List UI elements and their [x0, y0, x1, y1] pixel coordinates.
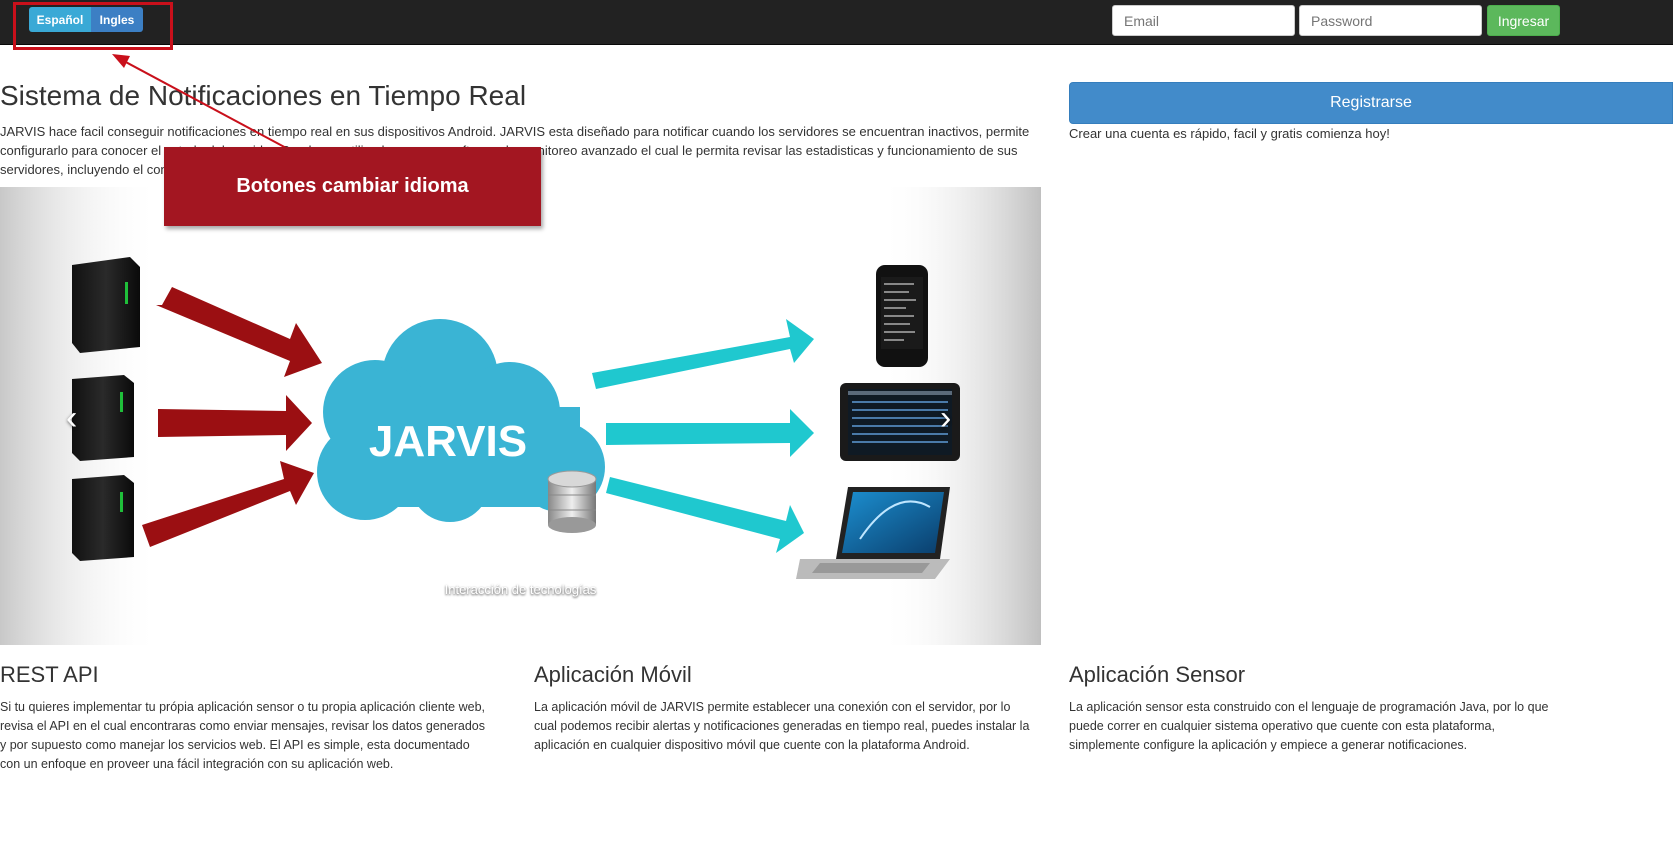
laptop-icon: [796, 487, 950, 579]
arrow-icon: [156, 287, 322, 377]
feature-sensor-app: Aplicación Sensor La aplicación sensor e…: [1069, 662, 1569, 755]
server-icon: [72, 375, 134, 461]
chevron-right-icon[interactable]: ›: [940, 399, 951, 438]
arrow-icon: [158, 395, 312, 451]
feature-description: La aplicación móvil de JARVIS permite es…: [534, 700, 1030, 752]
technology-carousel: JARVIS Interacción de tecnologías ‹ ›: [0, 187, 1041, 645]
server-icon: [72, 257, 140, 353]
arrow-icon: [142, 461, 314, 547]
feature-description: La aplicación sensor esta construido con…: [1069, 700, 1549, 752]
carousel-caption: Interacción de tecnologías: [444, 582, 597, 597]
password-input[interactable]: [1299, 5, 1482, 36]
feature-description: Si tu quieres implementar tu própia apli…: [0, 700, 485, 771]
arrow-icon: [592, 319, 814, 389]
login-button[interactable]: Ingresar: [1487, 5, 1560, 36]
feature-title: Aplicación Sensor: [1069, 662, 1246, 687]
register-note: Crear una cuenta es rápido, facil y grat…: [1069, 126, 1390, 141]
feature-title: Aplicación Móvil: [534, 662, 692, 687]
phone-icon: [876, 265, 928, 367]
email-input[interactable]: [1112, 5, 1295, 36]
annotation-callout: Botones cambiar idioma: [164, 147, 541, 226]
page-title: Sistema de Notificaciones en Tiempo Real: [0, 80, 527, 111]
jarvis-label: JARVIS: [369, 417, 527, 466]
top-navbar: Español Ingles Ingresar: [0, 0, 1673, 45]
chevron-left-icon[interactable]: ‹: [66, 399, 77, 438]
architecture-diagram: JARVIS: [0, 187, 1041, 645]
language-buttons-highlight: [13, 2, 173, 50]
feature-mobile-app: Aplicación Móvil La aplicación móvil de …: [534, 662, 1034, 755]
register-button[interactable]: Registrarse: [1069, 82, 1673, 124]
database-icon: [547, 470, 597, 533]
arrow-icon: [606, 409, 814, 457]
feature-rest-api: REST API Si tu quieres implementar tu pr…: [0, 662, 490, 774]
arrow-icon: [606, 477, 804, 553]
feature-title: REST API: [0, 662, 99, 687]
server-icon: [72, 475, 134, 561]
